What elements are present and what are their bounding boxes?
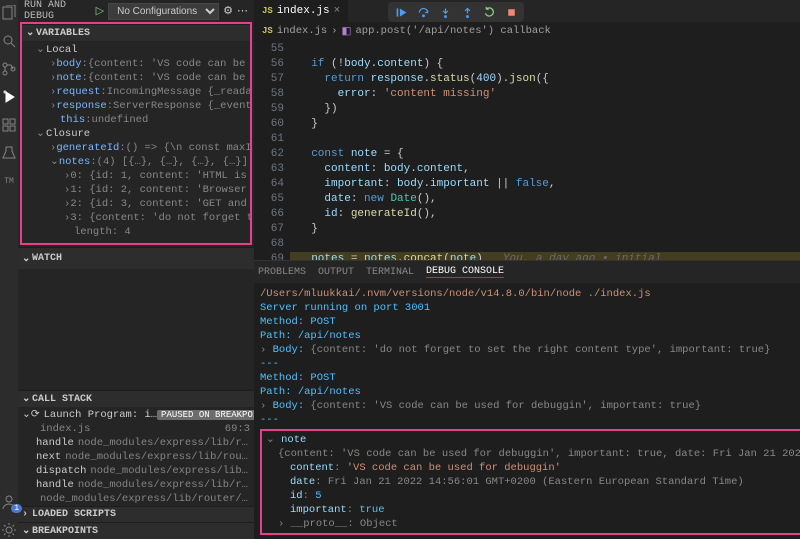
variables-panel-highlight: ⌄VARIABLES ⌄Local ›body: {content: 'VS c… bbox=[20, 22, 252, 245]
scm-icon[interactable] bbox=[0, 60, 18, 78]
method-icon: ◧ bbox=[342, 25, 352, 38]
close-icon[interactable]: × bbox=[334, 5, 341, 17]
var-notes-3[interactable]: ›3: {content: 'do not forget to set the … bbox=[22, 211, 250, 225]
exec-line: /Users/mluukkai/.nvm/versions/node/v14.8… bbox=[260, 287, 800, 301]
variables-tree: ⌄Local ›body: {content: 'VS code can be … bbox=[22, 41, 250, 243]
test-icon[interactable] bbox=[0, 144, 18, 162]
code-body[interactable]: if (!body.content) { return response.sta… bbox=[290, 40, 800, 260]
line-gutter: 555657585960616263646566676869707172 bbox=[254, 40, 290, 260]
sync-icon: ⟳ bbox=[31, 408, 40, 421]
var-request[interactable]: ›request: IncomingMessage {_readableStat… bbox=[22, 85, 250, 99]
search-icon[interactable] bbox=[0, 32, 18, 50]
loaded-scripts-section[interactable]: ›LOADED SCRIPTS bbox=[18, 506, 254, 522]
var-generateId[interactable]: ›generateId: () => {\n const maxId = not… bbox=[22, 141, 250, 155]
continue-button[interactable] bbox=[392, 4, 410, 20]
stack-frame[interactable]: node_modules/express/lib/router/in… bbox=[18, 492, 254, 506]
more-icon[interactable]: ⋯ bbox=[237, 4, 248, 18]
var-this[interactable]: this: undefined bbox=[22, 113, 250, 127]
js-file-icon: JS bbox=[262, 6, 273, 16]
variables-section[interactable]: ⌄VARIABLES bbox=[22, 24, 250, 41]
stop-button[interactable] bbox=[502, 4, 520, 20]
tmp-icon[interactable]: TM bbox=[0, 172, 18, 190]
var-notes-2[interactable]: ›2: {id: 3, content: 'GET and POST are t… bbox=[22, 197, 250, 211]
extensions-icon[interactable] bbox=[0, 116, 18, 134]
callstack-section[interactable]: ⌄CALL STACK bbox=[18, 390, 254, 407]
tab-debug-console[interactable]: DEBUG CONSOLE bbox=[426, 266, 504, 278]
stack-frame[interactable]: handlenode_modules/express/lib/router/l… bbox=[18, 478, 254, 492]
breadcrumb[interactable]: JS index.js › ◧ app.post('/api/notes') c… bbox=[254, 22, 800, 40]
config-gear-icon[interactable]: ⚙ bbox=[223, 4, 233, 18]
stack-frame[interactable]: index.js69:3 bbox=[18, 422, 254, 436]
debug-toolbar bbox=[388, 2, 524, 22]
debug-icon[interactable] bbox=[0, 88, 18, 106]
sidebar-header: RUN AND DEBUG ▷ No Configurations ⚙ ⋯ bbox=[18, 0, 254, 22]
sidebar-title: RUN AND DEBUG bbox=[24, 0, 92, 22]
settings-gear-icon[interactable] bbox=[0, 521, 18, 539]
tab-problems[interactable]: PROBLEMS bbox=[258, 267, 306, 278]
server-line: Server running on port 3001 bbox=[260, 301, 800, 315]
var-notes-length: length: 4 bbox=[22, 225, 250, 239]
debug-console[interactable]: /Users/mluukkai/.nvm/versions/node/v14.8… bbox=[254, 283, 800, 539]
inspected-object: ⌄ note {content: 'VS code can be used fo… bbox=[260, 429, 800, 535]
step-over-button[interactable] bbox=[414, 4, 432, 20]
scope-closure[interactable]: ⌄Closure bbox=[22, 127, 250, 141]
start-debug-icon[interactable]: ▷ bbox=[96, 4, 104, 18]
var-notes[interactable]: ⌄notes: (4) [{…}, {…}, {…}, {…}] bbox=[22, 155, 250, 169]
breakpoints-section[interactable]: ⌄BREAKPOINTS bbox=[18, 522, 254, 539]
editor-tabs: JS index.js × ▢ ▭ ⋯ bbox=[254, 0, 800, 22]
var-notes-0[interactable]: ›0: {id: 1, content: 'HTML is easy', dat… bbox=[22, 169, 250, 183]
watch-section[interactable]: ⌄WATCH bbox=[18, 247, 254, 269]
tab-terminal[interactable]: TERMINAL bbox=[366, 267, 414, 278]
debug-sidebar: RUN AND DEBUG ▷ No Configurations ⚙ ⋯ ⌄V… bbox=[18, 0, 254, 539]
step-into-button[interactable] bbox=[436, 4, 454, 20]
launch-program-row[interactable]: ⌄ ⟳ Launch Program: i… PAUSED ON BREAKPO… bbox=[18, 407, 254, 422]
tab-output[interactable]: OUTPUT bbox=[318, 267, 354, 278]
paused-badge: PAUSED ON BREAKPOINT bbox=[157, 410, 254, 420]
step-out-button[interactable] bbox=[458, 4, 476, 20]
restart-button[interactable] bbox=[480, 4, 498, 20]
var-notes-1[interactable]: ›1: {id: 2, content: 'Browser can execut… bbox=[22, 183, 250, 197]
code-editor[interactable]: 555657585960616263646566676869707172 if … bbox=[254, 40, 800, 260]
files-icon[interactable] bbox=[0, 4, 18, 22]
bottom-panel: PROBLEMS OUTPUT TERMINAL DEBUG CONSOLE /… bbox=[254, 260, 800, 539]
launch-config-select[interactable]: No Configurations bbox=[108, 3, 219, 20]
js-file-icon: JS bbox=[262, 26, 273, 36]
account-icon[interactable] bbox=[0, 493, 18, 511]
activity-bar: TM bbox=[0, 0, 18, 539]
stack-frame[interactable]: handlenode_modules/express/lib/router/l… bbox=[18, 436, 254, 450]
tab-indexjs[interactable]: JS index.js × bbox=[254, 0, 348, 22]
stack-frame[interactable]: dispatchnode_modules/express/lib/route… bbox=[18, 464, 254, 478]
stack-frame[interactable]: nextnode_modules/express/lib/router/ro… bbox=[18, 450, 254, 464]
panel-tabs: PROBLEMS OUTPUT TERMINAL DEBUG CONSOLE bbox=[254, 261, 800, 283]
editor-main: JS index.js × ▢ ▭ ⋯ JS index.js › ◧ app.… bbox=[254, 0, 800, 539]
var-response[interactable]: ›response: ServerResponse {_events: {…},… bbox=[22, 99, 250, 113]
scope-local[interactable]: ⌄Local bbox=[22, 43, 250, 57]
var-body[interactable]: ›body: {content: 'VS code can be used fo… bbox=[22, 57, 250, 71]
var-note[interactable]: ›note: {content: 'VS code can be used fo… bbox=[22, 71, 250, 85]
